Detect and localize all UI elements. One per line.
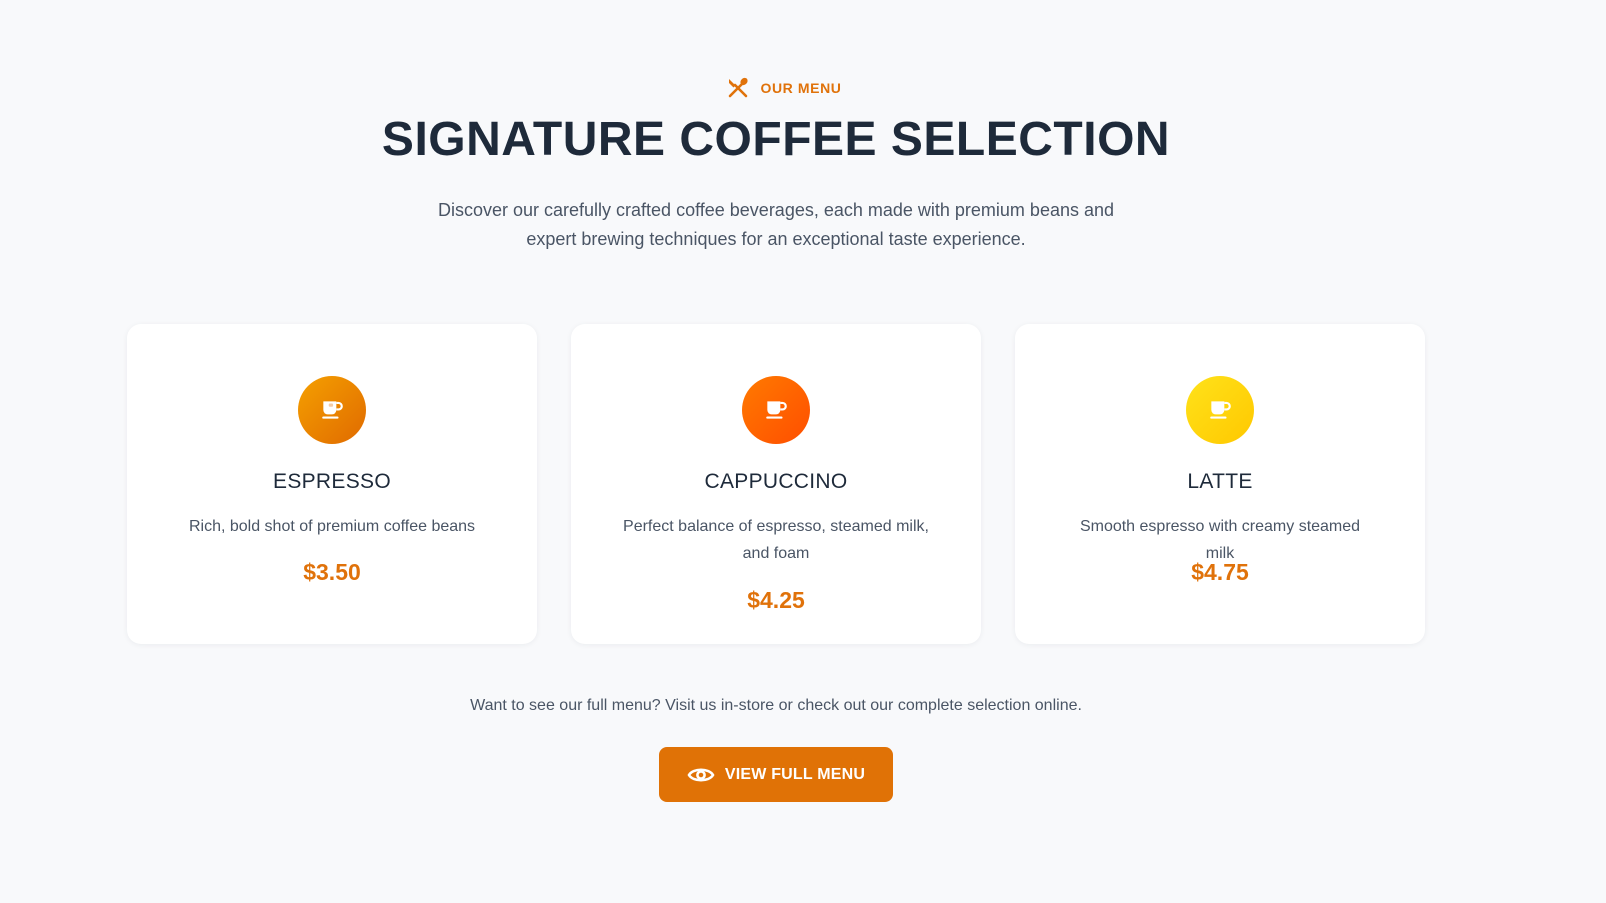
coffee-cup-icon — [1186, 376, 1254, 444]
menu-item-description: Perfect balance of espresso, steamed mil… — [623, 518, 929, 562]
menu-section: OUR MENU SIGNATURE COFFEE SELECTION Disc… — [0, 0, 1606, 903]
coffee-cup-icon — [298, 376, 366, 444]
menu-item-name: CAPPUCCINO — [704, 470, 848, 493]
menu-card-cappuccino: CAPPUCCINO Perfect balance of espresso, … — [571, 324, 981, 644]
section-subtitle: Discover our carefully crafted coffee be… — [437, 200, 1115, 249]
menu-item-price: $3.50 — [303, 559, 361, 585]
menu-card-espresso: ESPRESSO Rich, bold shot of premium coff… — [127, 324, 537, 644]
menu-item-price: $4.25 — [747, 587, 805, 613]
eyebrow-label: OUR MENU — [760, 80, 842, 96]
menu-card-latte: LATTE Smooth espresso with creamy steame… — [1015, 324, 1425, 644]
coffee-cup-icon — [742, 376, 810, 444]
view-full-menu-label: VIEW FULL MENU — [724, 765, 866, 783]
cta-text: Want to see our full menu? Visit us in-s… — [470, 697, 1082, 714]
utensils-icon — [726, 76, 750, 100]
view-full-menu-button[interactable]: VIEW FULL MENU — [659, 747, 893, 802]
menu-item-name: LATTE — [1187, 470, 1253, 493]
page-title: SIGNATURE COFFEE SELECTION — [381, 113, 1171, 166]
menu-item-description: Rich, bold shot of premium coffee beans — [188, 518, 476, 535]
menu-item-name: ESPRESSO — [273, 470, 391, 493]
section-eyebrow: OUR MENU — [0, 76, 1568, 100]
eye-icon — [687, 765, 715, 785]
menu-item-price: $4.75 — [1191, 559, 1249, 585]
